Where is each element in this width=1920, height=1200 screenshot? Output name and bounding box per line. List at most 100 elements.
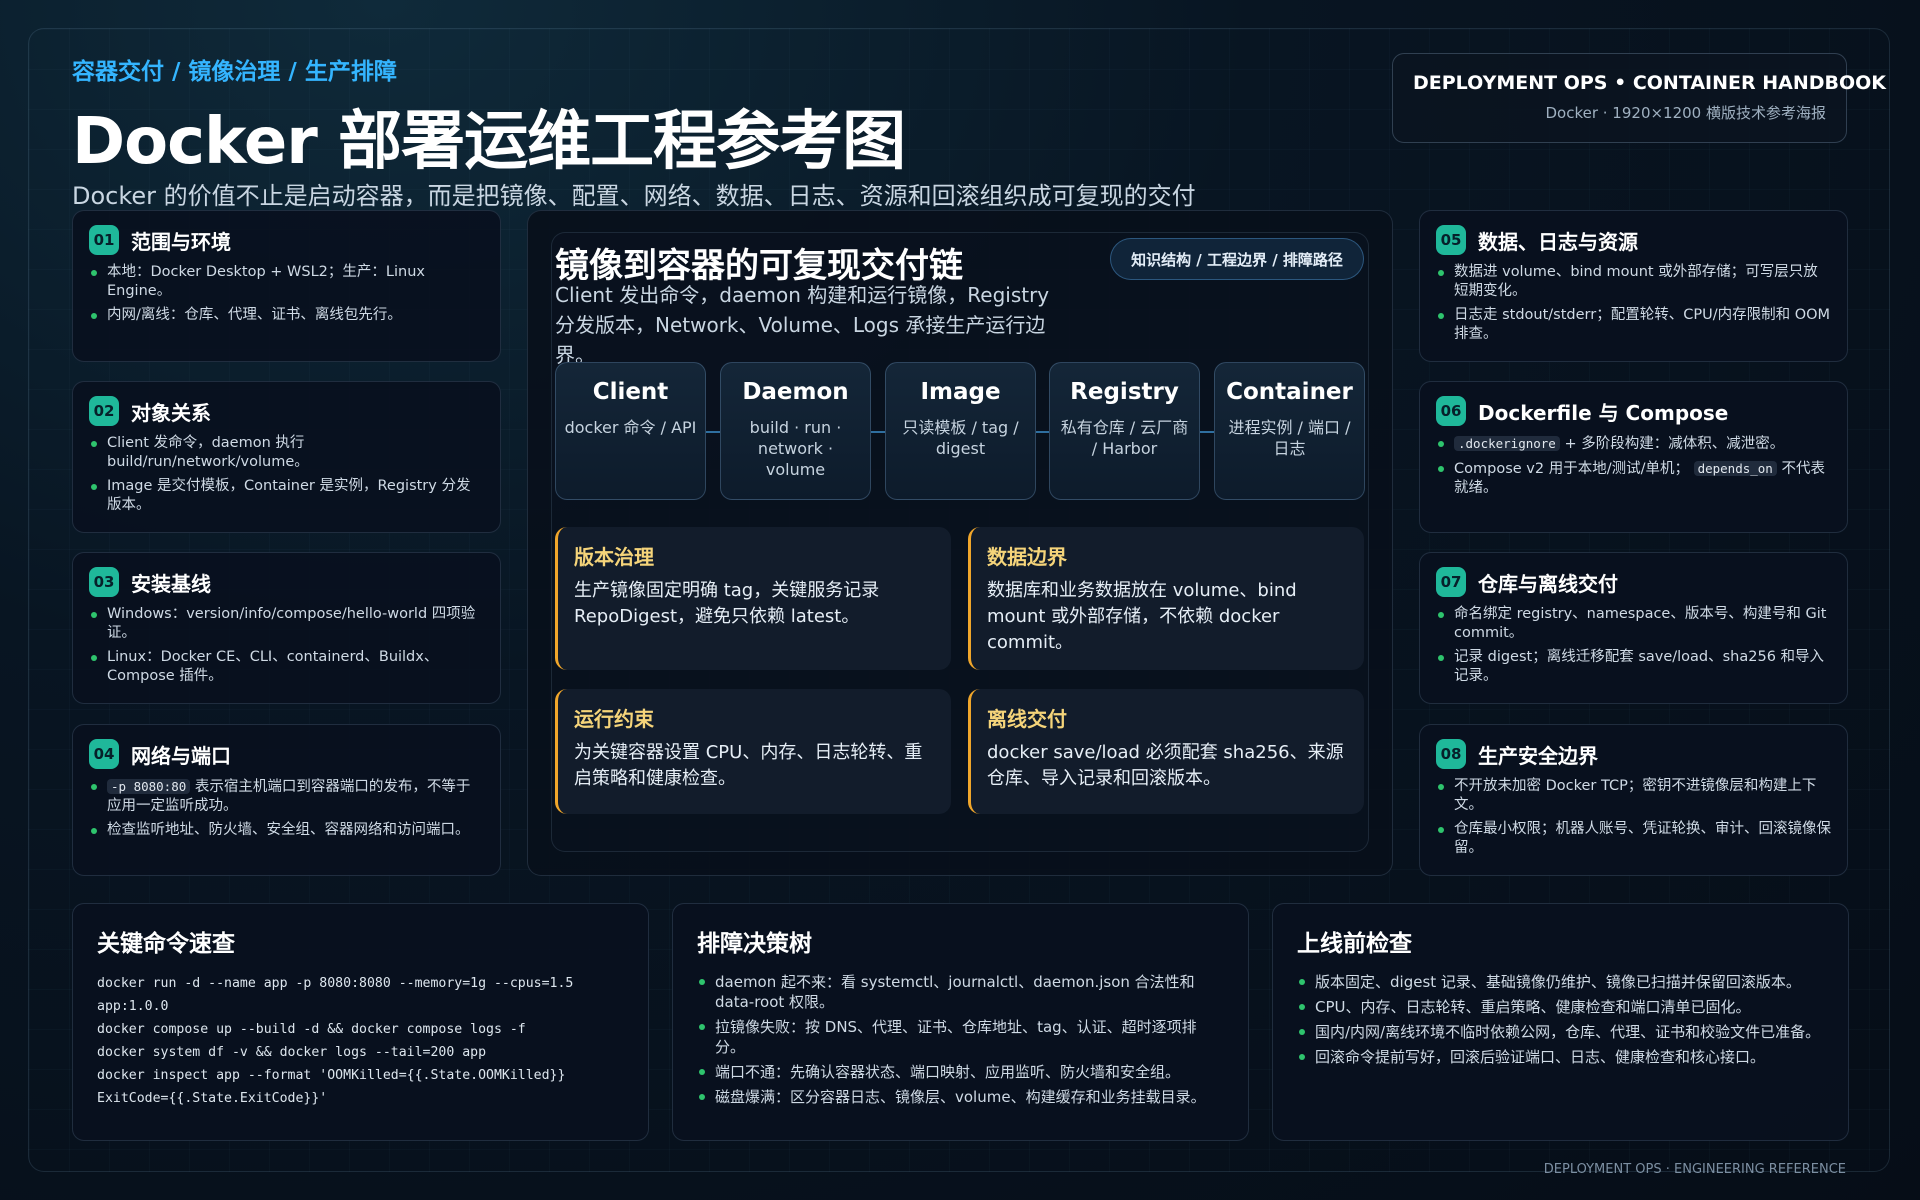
- command-block: docker run -d --name app -p 8080:8080 --…: [97, 972, 624, 1110]
- page-subtitle: Docker 的价值不止是启动容器，而是把镜像、配置、网络、数据、日志、资源和回…: [72, 182, 1196, 210]
- card-title: 对象关系: [131, 400, 211, 425]
- card-object-relations: 02 对象关系 Client 发命令，daemon 执行 build/run/ne…: [72, 381, 501, 533]
- command-line: docker compose up --build -d && docker c…: [97, 1022, 526, 1037]
- card-title: 范围与环境: [131, 229, 231, 254]
- panel-data-boundary: 数据边界 数据库和业务数据放在 volume、bind mount 或外部存储，…: [968, 527, 1364, 670]
- card-number: 07: [1436, 567, 1466, 597]
- command-line: docker run -d --name app -p 8080:8080 --…: [97, 976, 574, 991]
- card-number: 06: [1436, 396, 1466, 426]
- node-desc: 进程实例 / 端口 / 日志: [1228, 418, 1351, 458]
- card-number: 02: [89, 396, 119, 426]
- card-title: 数据、日志与资源: [1478, 229, 1638, 254]
- card-title: 排障决策树: [697, 931, 812, 957]
- card-registry-offline: 07 仓库与离线交付 命名绑定 registry、namespace、版本号、构建…: [1419, 552, 1848, 704]
- list-item: 日志走 stdout/stderr；配置轮转、CPU/内存限制和 OOM 排查。: [1436, 306, 1831, 344]
- inline-code: depends_on: [1693, 461, 1777, 476]
- panel-runtime-constraints: 运行约束 为关键容器设置 CPU、内存、日志轮转、重启策略和健康检查。: [555, 689, 951, 814]
- list-item: 不开放未加密 Docker TCP；密钥不进镜像层和构建上下文。: [1436, 777, 1831, 815]
- center-description: Client 发出命令，daemon 构建和运行镜像，Registry 分发版本…: [555, 283, 1050, 367]
- panel-title: 版本治理: [574, 545, 654, 569]
- chain-node-client: Client docker 命令 / API: [555, 362, 706, 500]
- list-item: 数据进 volume、bind mount 或外部存储；可写层只放短期变化。: [1436, 263, 1831, 301]
- card-production-security: 08 生产安全边界 不开放未加密 Docker TCP；密钥不进镜像层和构建上下文…: [1419, 724, 1848, 876]
- card-data-logs-resources: 05 数据、日志与资源 数据进 volume、bind mount 或外部存储；可…: [1419, 210, 1848, 362]
- panel-offline-delivery: 离线交付 docker save/load 必须配套 sha256、来源仓库、导…: [968, 689, 1364, 814]
- page-title: Docker 部署运维工程参考图: [72, 105, 906, 179]
- card-title: 生产安全边界: [1478, 743, 1598, 768]
- list-item: Image 是交付模板，Container 是实例，Registry 分发版本。: [89, 477, 484, 515]
- card-title: 仓库与离线交付: [1478, 571, 1618, 596]
- center-tag-pill: 知识结构 / 工程边界 / 排障路径: [1110, 238, 1364, 280]
- inline-code: -p 8080:80: [107, 779, 191, 794]
- footer-text: DEPLOYMENT OPS · ENGINEERING REFERENCE: [1543, 1162, 1846, 1177]
- chain-node-image: Image 只读模板 / tag / digest: [885, 362, 1036, 500]
- list-item: Compose v2 用于本地/测试/单机； depends_on 不代表就绪。: [1436, 459, 1831, 498]
- list-item: Client 发命令，daemon 执行 build/run/network/v…: [89, 434, 484, 472]
- list-item: 国内/内网/离线环境不临时依赖公网，仓库、代理、证书和校验文件已准备。: [1297, 1022, 1824, 1042]
- chain-node-container: Container 进程实例 / 端口 / 日志: [1214, 362, 1365, 500]
- card-number: 01: [89, 225, 119, 255]
- chain-node-daemon: Daemon build · run · network · volume: [720, 362, 871, 500]
- card-install-baseline: 03 安装基线 Windows：version/info/compose/hell…: [72, 552, 501, 704]
- node-desc: docker 命令 / API: [564, 418, 697, 437]
- list-item: -p 8080:80 表示宿主机端口到容器端口的发布，不等于应用一定监听成功。: [89, 777, 484, 816]
- node-name: Image: [920, 379, 1001, 405]
- command-line: ExitCode={{.State.ExitCode}}': [97, 1091, 328, 1106]
- panel-title: 离线交付: [987, 707, 1067, 731]
- command-line: app:1.0.0: [97, 999, 169, 1014]
- command-line: docker system df -v && docker logs --tai…: [97, 1045, 487, 1060]
- card-title: 关键命令速查: [97, 931, 235, 957]
- command-line: docker inspect app --format 'OOMKilled={…: [97, 1068, 566, 1083]
- list-item: Linux：Docker CE、CLI、containerd、Buildx、Co…: [89, 648, 484, 686]
- card-network-ports: 04 网络与端口 -p 8080:80 表示宿主机端口到容器端口的发布，不等于应用…: [72, 724, 501, 876]
- card-number: 04: [89, 739, 119, 769]
- list-item: 拉镜像失败：按 DNS、代理、证书、仓库地址、tag、认证、超时逐项排分。: [697, 1017, 1224, 1057]
- card-prelaunch-checklist: 上线前检查 版本固定、digest 记录、基础镜像仍维护、镜像已扫描并保留回滚版…: [1272, 903, 1849, 1141]
- list-item: 回滚命令提前写好，回滚后验证端口、日志、健康检查和核心接口。: [1297, 1047, 1824, 1067]
- card-command-cheatsheet: 关键命令速查 docker run -d --name app -p 8080:…: [72, 903, 649, 1141]
- panel-version-governance: 版本治理 生产镜像固定明确 tag，关键服务记录 RepoDigest，避免只依…: [555, 527, 951, 670]
- badge-subtitle: Docker · 1920×1200 横版技术参考海报: [1545, 104, 1826, 122]
- list-item: 版本固定、digest 记录、基础镜像仍维护、镜像已扫描并保留回滚版本。: [1297, 972, 1824, 992]
- list-item-text: Compose v2 用于本地/测试/单机；: [1454, 461, 1689, 477]
- node-name: Daemon: [742, 379, 849, 405]
- badge-title: DEPLOYMENT OPS • CONTAINER HANDBOOK: [1413, 72, 1887, 94]
- handbook-badge: DEPLOYMENT OPS • CONTAINER HANDBOOK Dock…: [1392, 53, 1887, 143]
- panel-title: 运行约束: [574, 707, 654, 731]
- card-title: Dockerfile 与 Compose: [1478, 400, 1729, 425]
- list-item: 检查监听地址、防火墙、安全组、容器网络和访问端口。: [89, 821, 484, 840]
- card-title: 网络与端口: [131, 743, 231, 768]
- list-item: 命名绑定 registry、namespace、版本号、构建号和 Git com…: [1436, 605, 1831, 643]
- delivery-chain: Client docker 命令 / API Daemon build · ru…: [555, 362, 1365, 500]
- list-item: daemon 起不来：看 systemctl、journalctl、daemon…: [697, 972, 1224, 1012]
- list-item: 内网/离线：仓库、代理、证书、离线包先行。: [89, 306, 484, 325]
- node-name: Client: [592, 379, 669, 405]
- card-number: 08: [1436, 739, 1466, 769]
- panel-text: docker save/load 必须配套 sha256、来源仓库、导入记录和回…: [987, 742, 1344, 789]
- inline-code: .dockerignore: [1454, 436, 1560, 451]
- card-dockerfile-compose: 06 Dockerfile 与 Compose .dockerignore + 多…: [1419, 381, 1848, 533]
- node-desc: build · run · network · volume: [749, 418, 842, 479]
- card-troubleshooting-tree: 排障决策树 daemon 起不来：看 systemctl、journalctl、…: [672, 903, 1249, 1141]
- node-desc: 只读模板 / tag / digest: [902, 418, 1019, 458]
- list-item: 记录 digest；离线迁移配套 save/load、sha256 和导入记录。: [1436, 648, 1831, 686]
- list-item: 本地：Docker Desktop + WSL2；生产：Linux Engine…: [89, 263, 484, 301]
- card-number: 05: [1436, 225, 1466, 255]
- list-item: CPU、内存、日志轮转、重启策略、健康检查和端口清单已固化。: [1297, 997, 1824, 1017]
- panel-text: 数据库和业务数据放在 volume、bind mount 或外部存储，不依赖 d…: [987, 580, 1297, 653]
- panel-text: 为关键容器设置 CPU、内存、日志轮转、重启策略和健康检查。: [574, 742, 923, 789]
- node-desc: 私有仓库 / 云厂商 / Harbor: [1060, 418, 1189, 458]
- chain-node-registry: Registry 私有仓库 / 云厂商 / Harbor: [1049, 362, 1200, 500]
- panel-text: 生产镜像固定明确 tag，关键服务记录 RepoDigest，避免只依赖 lat…: [574, 580, 880, 627]
- card-number: 03: [89, 567, 119, 597]
- list-item: .dockerignore + 多阶段构建：减体积、减泄密。: [1436, 434, 1831, 454]
- header-kicker: 容器交付 / 镜像治理 / 生产排障: [72, 59, 397, 85]
- node-name: Container: [1226, 379, 1353, 405]
- card-title: 安装基线: [131, 571, 211, 596]
- list-item: 磁盘爆满：区分容器日志、镜像层、volume、构建缓存和业务挂载目录。: [697, 1087, 1224, 1107]
- list-item: 端口不通：先确认容器状态、端口映射、应用监听、防火墙和安全组。: [697, 1062, 1224, 1082]
- card-title: 上线前检查: [1297, 931, 1412, 957]
- node-name: Registry: [1070, 379, 1179, 405]
- list-item: Windows：version/info/compose/hello-world…: [89, 605, 484, 643]
- list-item: 仓库最小权限；机器人账号、凭证轮换、审计、回滚镜像保留。: [1436, 820, 1831, 858]
